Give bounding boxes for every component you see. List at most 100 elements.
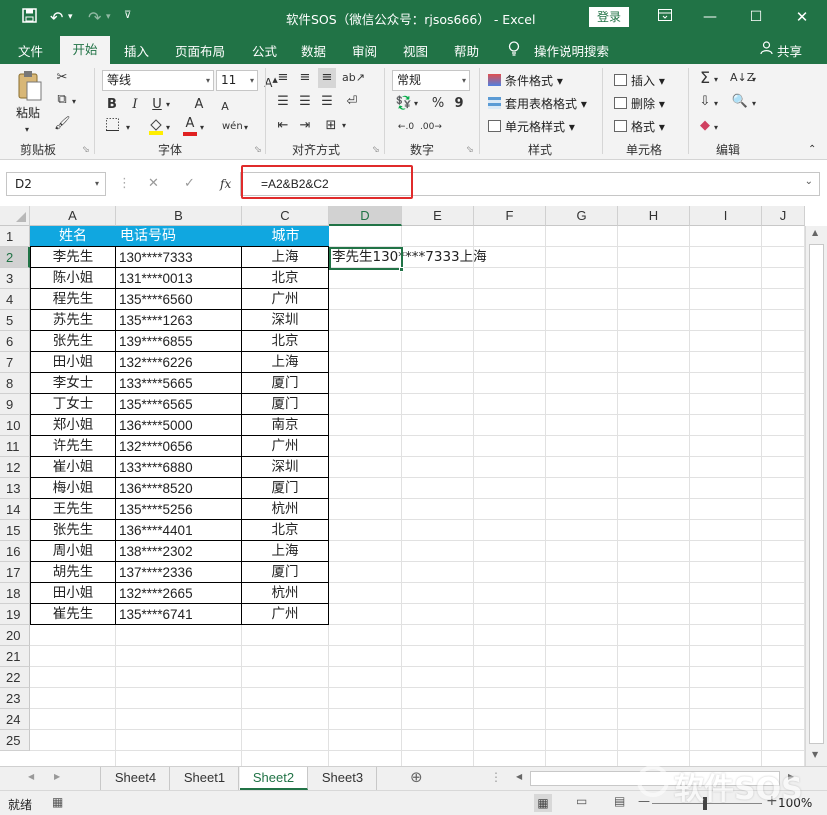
cell-b5[interactable]: 135****1263 — [116, 310, 242, 331]
cell-b11[interactable]: 132****0656 — [116, 436, 242, 457]
align-bottom-icon[interactable]: ≡ — [318, 68, 336, 88]
add-sheet-icon[interactable]: ⊕ — [410, 768, 423, 786]
cell-b9[interactable]: 135****6565 — [116, 394, 242, 415]
cell-a12[interactable]: 崔小姐 — [30, 457, 116, 478]
scroll-down-icon[interactable]: ▼ — [812, 750, 818, 759]
cell-b2[interactable]: 130****7333 — [116, 247, 242, 268]
underline-dropdown-icon[interactable]: ▾ — [166, 95, 170, 115]
cell-b4[interactable]: 135****6560 — [116, 289, 242, 310]
cell-a2[interactable]: 李先生 — [30, 247, 116, 268]
column-header-i[interactable]: I — [690, 206, 762, 226]
font-size-select[interactable]: 11 ▾ — [216, 70, 258, 91]
insert-function-button[interactable]: fx — [220, 174, 231, 194]
decrease-decimal-icon[interactable]: .00→ — [420, 117, 442, 137]
row-header-14[interactable]: 14 — [0, 499, 30, 520]
clear-icon[interactable]: ◆ — [696, 116, 714, 136]
clear-dropdown-icon[interactable]: ▾ — [714, 118, 718, 138]
phonetic-icon[interactable]: wén — [222, 117, 243, 137]
italic-button[interactable]: I — [128, 95, 142, 115]
cell-a8[interactable]: 李女士 — [30, 373, 116, 394]
cell-c15[interactable]: 北京 — [242, 520, 329, 541]
row-header-12[interactable]: 12 — [0, 457, 30, 478]
row-header-8[interactable]: 8 — [0, 373, 30, 394]
page-break-view-icon[interactable]: ▤ — [614, 794, 625, 808]
tab-view[interactable]: 视图 — [403, 41, 428, 60]
row-header-11[interactable]: 11 — [0, 436, 30, 457]
sheet-tab-sheet3[interactable]: Sheet3 — [309, 767, 377, 790]
number-launcher-icon[interactable]: ⬂ — [466, 145, 474, 155]
cell-a11[interactable]: 许先生 — [30, 436, 116, 457]
cell-c18[interactable]: 杭州 — [242, 583, 329, 604]
column-header-a[interactable]: A — [30, 206, 116, 226]
cell-c16[interactable]: 上海 — [242, 541, 329, 562]
tell-me-search[interactable]: 操作说明搜索 — [534, 41, 609, 60]
tab-page-layout[interactable]: 页面布局 — [175, 41, 225, 60]
redo-dropdown-icon[interactable]: ▾ — [106, 12, 111, 22]
paste-dropdown-icon[interactable]: ▾ — [25, 120, 29, 140]
cell-c4[interactable]: 广州 — [242, 289, 329, 310]
increase-decimal-icon[interactable]: ←.0 — [396, 117, 416, 137]
cancel-formula-icon[interactable]: ✕ — [148, 174, 159, 194]
row-header-2[interactable]: 2 — [0, 247, 30, 268]
phonetic-dropdown-icon[interactable]: ▾ — [244, 118, 248, 138]
cell-b19[interactable]: 135****6741 — [116, 604, 242, 625]
cell-b15[interactable]: 136****4401 — [116, 520, 242, 541]
percent-button[interactable]: % — [430, 94, 446, 114]
redo-icon[interactable]: ↷ — [88, 8, 101, 27]
fill-color-icon[interactable] — [148, 117, 164, 142]
clipboard-launcher-icon[interactable]: ⬂ — [82, 145, 90, 155]
row-header-15[interactable]: 15 — [0, 520, 30, 541]
next-sheet-icon[interactable]: ▶ — [54, 772, 60, 781]
sort-filter-dropdown-icon[interactable]: ▾ — [752, 70, 756, 90]
cell-c7[interactable]: 上海 — [242, 352, 329, 373]
row-header-21[interactable]: 21 — [0, 646, 30, 667]
macro-record-icon[interactable]: ▦ — [52, 795, 63, 809]
cell-a18[interactable]: 田小姐 — [30, 583, 116, 604]
wrap-text-icon[interactable]: ⏎ — [342, 92, 362, 112]
align-left-icon[interactable]: ☰ — [274, 92, 292, 112]
row-header-4[interactable]: 4 — [0, 289, 30, 310]
font-color-button[interactable]: A — [182, 116, 198, 136]
cell-a16[interactable]: 周小姐 — [30, 541, 116, 562]
cell-a14[interactable]: 王先生 — [30, 499, 116, 520]
cell-b13[interactable]: 136****8520 — [116, 478, 242, 499]
share-button[interactable]: 共享 — [777, 41, 802, 60]
find-select-icon[interactable]: 🔍 — [730, 92, 750, 112]
sort-filter-icon[interactable]: A↓Z — [730, 68, 754, 88]
close-icon[interactable]: ✕ — [782, 4, 822, 30]
cell-b3[interactable]: 131****0013 — [116, 268, 242, 289]
more-options-icon[interactable]: ⋮ — [118, 174, 131, 194]
cell-b10[interactable]: 136****5000 — [116, 415, 242, 436]
align-middle-icon[interactable]: ≡ — [296, 68, 314, 88]
cell-b8[interactable]: 133****5665 — [116, 373, 242, 394]
font-color-dropdown-icon[interactable]: ▾ — [200, 118, 204, 138]
cell-a9[interactable]: 丁女士 — [30, 394, 116, 415]
font-launcher-icon[interactable]: ⬂ — [254, 145, 262, 155]
sheet-tab-sheet4[interactable]: Sheet4 — [102, 767, 170, 790]
copy-dropdown-icon[interactable]: ▾ — [72, 92, 76, 112]
cell-b16[interactable]: 138****2302 — [116, 541, 242, 562]
row-header-9[interactable]: 9 — [0, 394, 30, 415]
row-header-16[interactable]: 16 — [0, 541, 30, 562]
cell-c10[interactable]: 南京 — [242, 415, 329, 436]
cell-a6[interactable]: 张先生 — [30, 331, 116, 352]
header-cell-b[interactable]: 电话号码 — [116, 226, 242, 247]
page-layout-view-icon[interactable]: ▭ — [576, 794, 587, 808]
align-top-icon[interactable]: ≡ — [274, 68, 292, 88]
autosum-dropdown-icon[interactable]: ▾ — [714, 70, 718, 90]
format-painter-icon[interactable]: 🖌 — [54, 114, 71, 134]
format-cells-button[interactable]: 格式 ▾ — [614, 118, 665, 135]
user-icon[interactable] — [760, 41, 773, 57]
alignment-launcher-icon[interactable]: ⬂ — [372, 145, 380, 155]
cell-c5[interactable]: 深圳 — [242, 310, 329, 331]
row-header-3[interactable]: 3 — [0, 268, 30, 289]
tab-formulas[interactable]: 公式 — [252, 41, 277, 60]
name-box[interactable]: D2 ▾ — [6, 172, 106, 196]
row-header-5[interactable]: 5 — [0, 310, 30, 331]
column-header-e[interactable]: E — [402, 206, 474, 226]
format-as-table-button[interactable]: 套用表格格式 ▾ — [488, 95, 587, 112]
paste-label[interactable]: 粘贴 — [16, 104, 40, 121]
worksheet-grid[interactable]: ABCDEFGHIJ 1 2 3 4 5 6 7 8 9 10 11 12 13 14 15 16 17 18 19… — [0, 206, 827, 766]
ribbon-display-options-icon[interactable] — [645, 4, 685, 30]
cell-a3[interactable]: 陈小姐 — [30, 268, 116, 289]
